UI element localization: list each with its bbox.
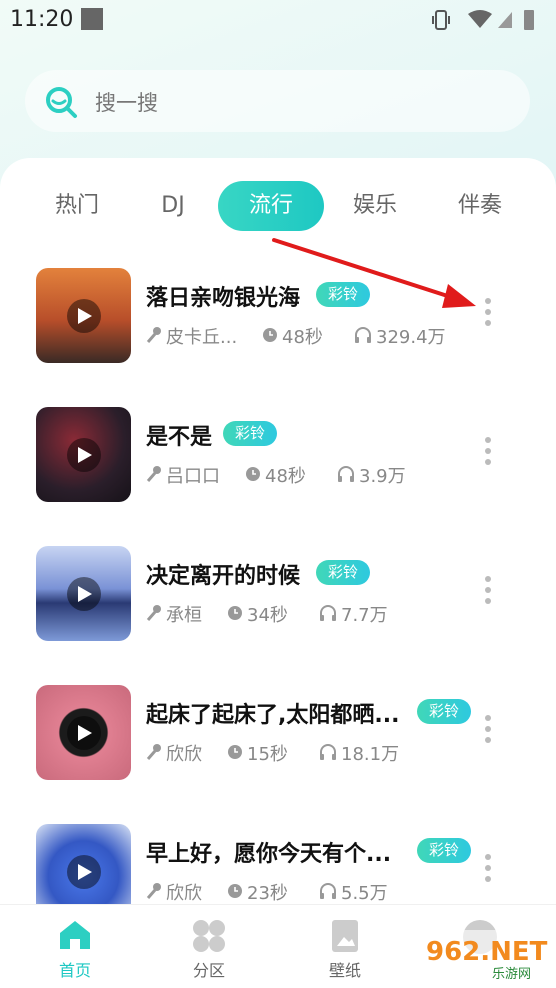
clock-icon bbox=[228, 884, 242, 898]
headphones-icon bbox=[320, 883, 336, 899]
song-cover[interactable] bbox=[36, 268, 131, 363]
more-options-icon[interactable] bbox=[482, 854, 494, 890]
clock-icon bbox=[263, 328, 277, 342]
signal-battery-icon bbox=[432, 10, 534, 30]
play-icon[interactable] bbox=[67, 855, 101, 889]
headphones-icon bbox=[355, 327, 371, 343]
more-options-icon[interactable] bbox=[482, 437, 494, 473]
headphones-icon bbox=[320, 744, 336, 760]
song-artist: 欣欣 bbox=[166, 883, 202, 904]
play-icon[interactable] bbox=[67, 716, 101, 750]
ringtone-badge: 彩铃 bbox=[417, 699, 472, 724]
nav-categories[interactable]: 分区 bbox=[164, 905, 254, 988]
song-item[interactable]: 起床了起床了,太阳都晒... 彩铃 欣欣 15秒 18.1万 bbox=[0, 685, 556, 795]
clock-icon bbox=[228, 745, 242, 759]
play-icon[interactable] bbox=[67, 577, 101, 611]
notification-icon bbox=[81, 8, 103, 30]
more-options-icon[interactable] bbox=[482, 715, 494, 751]
search-input[interactable]: 搜一搜 bbox=[95, 87, 158, 117]
tab-pop[interactable]: 流行 bbox=[218, 181, 324, 231]
play-icon[interactable] bbox=[67, 438, 101, 472]
song-artist: 欣欣 bbox=[166, 744, 202, 765]
microphone-icon bbox=[146, 327, 161, 343]
song-duration: 48秒 bbox=[282, 327, 323, 348]
song-plays: 329.4万 bbox=[376, 327, 446, 348]
microphone-icon bbox=[146, 883, 161, 899]
song-title: 决定离开的时候 bbox=[146, 564, 301, 589]
category-tabs: 热门 DJ 流行 娱乐 伴奏 bbox=[0, 181, 556, 231]
song-duration: 34秒 bbox=[247, 605, 288, 626]
song-cover[interactable] bbox=[36, 685, 131, 780]
song-plays: 5.5万 bbox=[341, 883, 388, 904]
status-icons bbox=[432, 8, 542, 36]
watermark-logo: 962.NET 乐游网 bbox=[420, 930, 550, 984]
song-item[interactable]: 决定离开的时候 彩铃 承桓 34秒 7.7万 bbox=[0, 546, 556, 656]
nav-categories-label: 分区 bbox=[192, 961, 225, 980]
song-duration: 15秒 bbox=[247, 744, 288, 765]
search-bar[interactable]: 搜一搜 bbox=[25, 70, 530, 132]
microphone-icon bbox=[146, 466, 161, 482]
tab-accompaniment[interactable]: 伴奏 bbox=[443, 181, 517, 231]
song-duration: 48秒 bbox=[265, 466, 306, 487]
annotation-arrow bbox=[272, 238, 476, 308]
clock-icon bbox=[228, 606, 242, 620]
song-cover[interactable] bbox=[36, 407, 131, 502]
search-icon bbox=[43, 84, 79, 124]
song-item[interactable]: 是不是 彩铃 吕口口 48秒 3.9万 bbox=[0, 407, 556, 517]
song-cover[interactable] bbox=[36, 546, 131, 641]
ringtone-badge: 彩铃 bbox=[223, 421, 278, 446]
microphone-icon bbox=[146, 744, 161, 760]
grid-icon bbox=[193, 920, 225, 952]
tab-dj[interactable]: DJ bbox=[140, 181, 206, 231]
ringtone-badge: 彩铃 bbox=[316, 560, 371, 585]
nav-wallpaper[interactable]: 壁纸 bbox=[300, 905, 390, 988]
song-plays: 7.7万 bbox=[341, 605, 388, 626]
nav-home-label: 首页 bbox=[58, 961, 91, 980]
ringtone-badge: 彩铃 bbox=[417, 838, 472, 863]
song-artist: 吕口口 bbox=[166, 466, 220, 487]
tab-hot[interactable]: 热门 bbox=[40, 181, 114, 231]
status-time: 11:20 bbox=[10, 7, 74, 32]
svg-text:962.NET: 962.NET bbox=[426, 937, 548, 967]
song-plays: 18.1万 bbox=[341, 744, 400, 765]
home-icon bbox=[60, 921, 90, 949]
song-artist: 承桓 bbox=[166, 605, 202, 626]
status-bar: 11:20 bbox=[0, 0, 556, 40]
play-icon[interactable] bbox=[67, 299, 101, 333]
nav-home[interactable]: 首页 bbox=[30, 905, 120, 988]
song-title: 起床了起床了,太阳都晒... bbox=[146, 703, 400, 728]
svg-text:乐游网: 乐游网 bbox=[492, 967, 531, 982]
wallpaper-icon bbox=[332, 920, 358, 952]
headphones-icon bbox=[320, 605, 336, 621]
clock-icon bbox=[246, 467, 260, 481]
nav-wallpaper-label: 壁纸 bbox=[328, 961, 361, 980]
song-title: 早上好，愿你今天有个... bbox=[146, 842, 392, 867]
song-artist: 皮卡丘... bbox=[166, 327, 238, 348]
more-options-icon[interactable] bbox=[482, 576, 494, 612]
tab-entertainment[interactable]: 娱乐 bbox=[338, 181, 412, 231]
headphones-icon bbox=[338, 466, 354, 482]
song-title: 是不是 bbox=[146, 425, 213, 450]
song-duration: 23秒 bbox=[247, 883, 288, 904]
song-plays: 3.9万 bbox=[359, 466, 406, 487]
microphone-icon bbox=[146, 605, 161, 621]
